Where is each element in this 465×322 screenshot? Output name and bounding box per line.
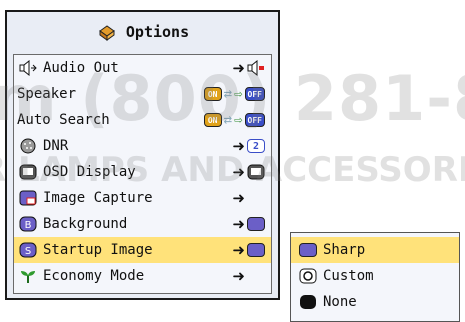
dnr-icon <box>20 138 36 154</box>
arrow-right-icon: ➜ <box>232 163 245 181</box>
menu-item-image-capture[interactable]: Image Capture ➜ <box>14 185 271 211</box>
menu-items: Audio Out ➜ Speaker ON ⇄ ⇨ OFF Auto Sear… <box>13 54 272 294</box>
image-capture-icon <box>19 190 37 206</box>
menu-item-label: Audio Out <box>43 60 119 76</box>
none-icon <box>300 295 316 309</box>
menu-item-background[interactable]: B Background ➜ <box>14 211 271 237</box>
submenu-item-label: Sharp <box>323 242 366 258</box>
submenu-item-sharp[interactable]: Sharp <box>291 237 459 263</box>
startup-image-icon: S <box>19 242 37 258</box>
menu-item-audio-out[interactable]: Audio Out ➜ <box>14 55 271 81</box>
menu-title-text: Options <box>125 23 190 41</box>
sharp-logo-icon <box>247 217 265 231</box>
arrow-right-icon: ➜ <box>232 215 245 233</box>
options-icon <box>99 25 115 41</box>
menu-item-label: Speaker <box>17 86 77 102</box>
submenu-item-custom[interactable]: Custom <box>291 263 459 289</box>
menu-item-auto-search[interactable]: Auto Search ON ⇄ ⇨ OFF <box>14 107 271 133</box>
menu-item-osd-display[interactable]: OSD Display ➜ <box>14 159 271 185</box>
sharp-logo-icon <box>247 243 265 257</box>
menu-title: Options <box>7 12 278 52</box>
menu-item-dnr[interactable]: DNR ➜ 2 <box>14 133 271 159</box>
green-arrow-icon: ⇨ <box>234 86 243 102</box>
custom-icon <box>299 268 317 284</box>
osd-display-icon <box>19 164 37 180</box>
menu-item-label: Image Capture <box>43 190 153 206</box>
submenu-item-label: None <box>323 294 357 310</box>
off-badge: OFF <box>244 87 265 101</box>
off-badge: OFF <box>244 113 265 127</box>
menu-item-startup-image[interactable]: S Startup Image ➜ <box>14 237 271 263</box>
arrow-right-icon: ➜ <box>232 189 245 207</box>
arrow-right-icon: ➜ <box>232 267 245 285</box>
menu-item-economy-mode[interactable]: Economy Mode ➜ <box>14 263 271 289</box>
menu-item-label: Startup Image <box>43 242 153 258</box>
startup-image-submenu: Sharp Custom None <box>290 232 460 322</box>
on-badge: ON <box>203 87 222 101</box>
svg-text:B: B <box>25 220 32 231</box>
arrow-right-icon: ➜ <box>232 241 245 259</box>
dnr-value-badge: 2 <box>247 139 265 153</box>
switch-arrow-icon: ⇄ <box>223 112 233 128</box>
menu-item-label: DNR <box>43 138 69 154</box>
menu-item-label: Background <box>43 216 128 232</box>
on-badge: ON <box>203 113 222 127</box>
menu-item-label: Auto Search <box>17 112 110 128</box>
submenu-item-label: Custom <box>323 268 374 284</box>
osd-display-icon <box>247 164 265 180</box>
background-icon: B <box>19 216 37 232</box>
arrow-right-icon: ➜ <box>232 137 245 155</box>
green-arrow-icon: ⇨ <box>234 112 243 128</box>
options-menu: Options Audio Out ➜ Speaker ON ⇄ ⇨ OFF A… <box>5 10 280 300</box>
speaker-icon <box>19 60 37 76</box>
menu-item-label: Economy Mode <box>43 268 145 284</box>
arrow-right-icon: ➜ <box>232 59 245 77</box>
svg-text:S: S <box>25 246 31 257</box>
menu-item-speaker[interactable]: Speaker ON ⇄ ⇨ OFF <box>14 81 271 107</box>
sharp-logo-icon <box>299 243 317 257</box>
menu-item-label: OSD Display <box>43 164 136 180</box>
switch-arrow-icon: ⇄ <box>223 86 233 102</box>
economy-leaf-icon <box>21 271 35 283</box>
audio-out-icon <box>247 60 264 76</box>
submenu-item-none[interactable]: None <box>291 289 459 315</box>
